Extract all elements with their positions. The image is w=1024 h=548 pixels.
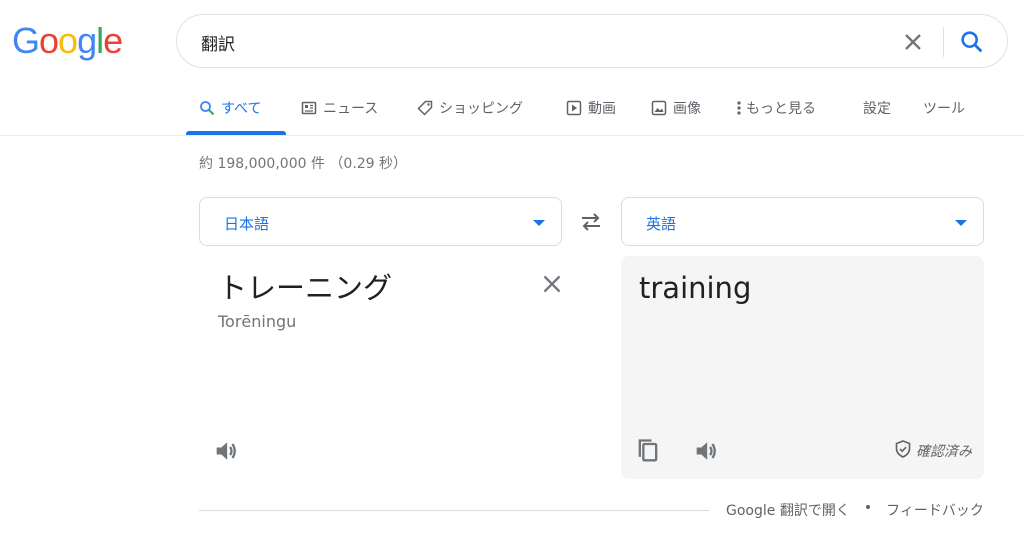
footer-links: Google 翻訳で開く • フィードバック xyxy=(726,500,984,520)
more-vert-icon xyxy=(735,100,743,116)
search-tabs: すべて ニュース ショッピング 動画 画像 もっと見る 設定 ツール xyxy=(0,86,1024,136)
caret-down-icon xyxy=(955,220,967,226)
swap-languages-icon[interactable] xyxy=(577,208,605,236)
search-divider xyxy=(943,27,944,57)
news-icon xyxy=(301,100,317,116)
clear-source-icon[interactable] xyxy=(538,270,566,298)
tab-label: ニュース xyxy=(323,101,379,117)
tab-more[interactable]: もっと見る xyxy=(735,98,816,118)
tab-label: もっと見る xyxy=(746,101,816,117)
search-input[interactable]: 翻訳 xyxy=(201,30,235,55)
google-logo[interactable]: Google xyxy=(12,20,123,62)
speaker-icon[interactable] xyxy=(212,437,240,465)
search-icon xyxy=(199,100,215,116)
copy-icon[interactable] xyxy=(634,437,662,465)
tab-label: 動画 xyxy=(588,101,616,117)
tab-label: 画像 xyxy=(673,101,701,117)
footer-separator: • xyxy=(863,500,873,516)
tab-tools[interactable]: ツール xyxy=(923,98,965,118)
translation-panel: training 確認済み xyxy=(621,256,984,479)
logo-letter: l xyxy=(96,20,104,61)
play-icon xyxy=(566,100,582,116)
source-language-select[interactable]: 日本語 xyxy=(199,197,562,246)
tab-news[interactable]: ニュース xyxy=(301,98,378,118)
tab-label: すべて xyxy=(221,101,262,117)
logo-letter: o xyxy=(39,20,59,61)
tag-icon xyxy=(417,100,433,116)
logo-letter: g xyxy=(77,20,97,61)
open-in-translate-link[interactable]: Google 翻訳で開く xyxy=(726,500,850,520)
tab-shopping[interactable]: ショッピング xyxy=(417,98,523,118)
logo-letter: G xyxy=(12,20,40,61)
tab-videos[interactable]: 動画 xyxy=(566,98,616,118)
speaker-icon[interactable] xyxy=(692,437,720,465)
target-language-label: 英語 xyxy=(646,215,677,233)
result-stats: 約 198,000,000 件 （0.29 秒） xyxy=(199,156,408,172)
tab-label: ツール xyxy=(923,101,965,117)
verified-badge[interactable]: 確認済み xyxy=(895,440,972,462)
logo-letter: e xyxy=(103,20,123,61)
target-language-select[interactable]: 英語 xyxy=(621,197,984,246)
caret-down-icon xyxy=(533,220,545,226)
tab-settings[interactable]: 設定 xyxy=(863,98,891,118)
logo-letter: o xyxy=(58,20,78,61)
tab-images[interactable]: 画像 xyxy=(651,98,701,118)
search-box[interactable]: 翻訳 xyxy=(176,14,1008,68)
tab-label: 設定 xyxy=(863,101,891,117)
source-romanization: Torēningu xyxy=(218,312,297,331)
tabs-divider xyxy=(0,135,1024,136)
source-language-label: 日本語 xyxy=(224,215,270,233)
tab-all[interactable]: すべて xyxy=(199,98,261,118)
tab-label: ショッピング xyxy=(439,101,523,117)
search-icon[interactable] xyxy=(958,28,986,56)
footer-divider xyxy=(199,510,709,511)
verified-label: 確認済み xyxy=(916,444,972,460)
close-icon[interactable] xyxy=(899,28,927,56)
source-text[interactable]: トレーニング xyxy=(218,265,392,307)
feedback-link[interactable]: フィードバック xyxy=(886,500,984,520)
translated-text: training xyxy=(639,271,752,305)
image-icon xyxy=(651,100,667,116)
shield-check-icon xyxy=(895,440,911,462)
